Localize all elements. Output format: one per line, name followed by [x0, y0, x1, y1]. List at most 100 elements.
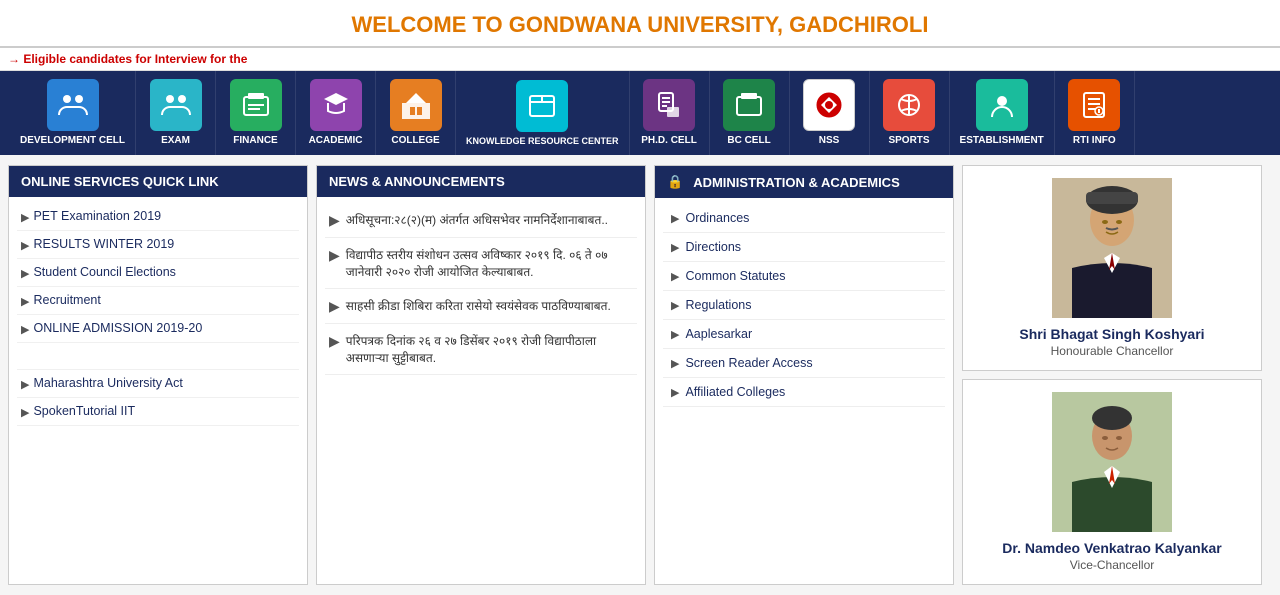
knowledge-resource-icon [516, 80, 568, 132]
quick-link-item[interactable]: ▶ONLINE ADMISSION 2019-20 [17, 315, 299, 343]
arrow-icon: ▶ [21, 211, 29, 224]
admin-arrow-icon: ▶ [671, 241, 679, 254]
nav-label-finance: FINANCE [233, 135, 277, 147]
nav-item-finance[interactable]: FINANCE [216, 71, 296, 155]
nav-label-knowledge-resource: Knowledge Resource Center [466, 136, 619, 147]
news-item: ▶ विद्यापीठ स्तरीय संशोधन उत्सव अविष्कार … [325, 238, 637, 289]
phd-cell-icon [643, 79, 695, 131]
quick-link-item[interactable] [17, 343, 299, 370]
news-item: ▶ साहसी क्रीडा शिबिरा करिता रासेयो स्वयंस… [325, 289, 637, 324]
nav-item-knowledge-resource[interactable]: Knowledge Resource Center [456, 71, 630, 155]
admin-link-item[interactable]: ▶ Regulations [663, 291, 945, 320]
admin-link-text: Aaplesarkar [685, 327, 752, 341]
admin-link-text: Ordinances [685, 211, 749, 225]
admin-link-text: Directions [685, 240, 741, 254]
nav-item-sports[interactable]: SPORTS [870, 71, 950, 155]
establishment-icon [976, 79, 1028, 131]
nav-item-bc-cell[interactable]: BC CELL [710, 71, 790, 155]
academic-icon [310, 79, 362, 131]
nav-label-phd-cell: Ph.D. Cell [641, 135, 697, 147]
admin-title: ADMINISTRATION & ACADEMICS [693, 175, 900, 190]
quick-link-text: PET Examination 2019 [33, 209, 161, 223]
nav-item-development-cell[interactable]: DEVELOPMENT CELL [10, 71, 136, 155]
quick-link-item[interactable]: ▶RESULTS WINTER 2019 [17, 231, 299, 259]
nav-label-sports: SPORTS [888, 135, 929, 147]
nav-item-phd-cell[interactable]: Ph.D. Cell [630, 71, 710, 155]
finance-icon [230, 79, 282, 131]
admin-link-text: Affiliated Colleges [685, 385, 785, 399]
quick-link-item[interactable]: ▶ Student Council Elections [17, 259, 299, 287]
admin-link-item[interactable]: ▶Affiliated Colleges [663, 378, 945, 407]
page-title: WELCOME TO GONDWANA UNIVERSITY, GADCHIRO… [0, 0, 1280, 47]
vc-name: Dr. Namdeo Venkatrao Kalyankar [1002, 540, 1221, 556]
development-cell-icon [47, 79, 99, 131]
quick-link-text [21, 349, 24, 363]
news-text: परिपत्रक दिनांक २६ व २७ डिसेंबर २०१९ रोज… [346, 332, 633, 366]
admin-header: 🔒 ADMINISTRATION & ACADEMICS [655, 166, 953, 198]
quick-link-text: RESULTS WINTER 2019 [33, 237, 174, 251]
news-text: विद्यापीठ स्तरीय संशोधन उत्सव अविष्कार २… [346, 246, 633, 280]
admin-link-item[interactable]: ▶Aaplesarkar [663, 320, 945, 349]
admin-arrow-icon: ▶ [671, 270, 679, 283]
nav-label-college: COLLEGE [391, 135, 439, 147]
nss-icon [803, 79, 855, 131]
quick-links-scroll[interactable]: ▶PET Examination 2019▶RESULTS WINTER 201… [9, 197, 307, 497]
quick-link-item[interactable]: ▶ PET Examination 2019 [17, 203, 299, 231]
news-scroll[interactable]: ▶अधिसूचना:२८(२)(म) अंतर्गत अधिसभेवर नामन… [317, 197, 645, 497]
quick-link-text: Student Council Elections [33, 265, 175, 279]
chancellor-photo [1052, 178, 1172, 318]
nav-label-bc-cell: BC CELL [727, 135, 770, 147]
quick-link-item[interactable]: ▶ Recruitment [17, 287, 299, 315]
bc-cell-icon [723, 79, 775, 131]
admin-panel: 🔒 ADMINISTRATION & ACADEMICS ▶Ordinances… [654, 165, 954, 585]
officials-panel: Shri Bhagat Singh Koshyari Honourable Ch… [962, 165, 1262, 585]
arrow-icon: ▶ [21, 406, 29, 419]
exam-icon [150, 79, 202, 131]
arrow-icon: ▶ [21, 295, 29, 308]
admin-link-text: Screen Reader Access [685, 356, 812, 370]
nav-item-nss[interactable]: NSS [790, 71, 870, 155]
news-bullet: ▶ [329, 247, 340, 264]
quick-links-panel: ONLINE SERVICES QUICK LINK ▶ PET Examinat… [8, 165, 308, 585]
arrow-icon: ▶ [21, 378, 29, 391]
news-bullet: ▶ [329, 298, 340, 315]
nav-item-rti-info[interactable]: RTI INFO [1055, 71, 1135, 155]
admin-link-text: Common Statutes [685, 269, 785, 283]
lock-icon: 🔒 [667, 174, 683, 190]
title-highlighted: GONDWANA UNIVERSITY, GADCHIROLI [509, 12, 929, 37]
title-plain: WELCOME TO [352, 12, 509, 37]
nav-label-development-cell: DEVELOPMENT CELL [20, 135, 125, 147]
admin-link-item[interactable]: ▶ Screen Reader Access [663, 349, 945, 378]
nav-label-academic: ACADEMIC [309, 135, 363, 147]
quick-link-item[interactable]: ▶ Maharashtra University Act [17, 370, 299, 398]
quick-link-text: Recruitment [33, 293, 100, 307]
admin-arrow-icon: ▶ [671, 299, 679, 312]
news-bullet: ▶ [329, 212, 340, 229]
admin-link-item[interactable]: ▶ Common Statutes [663, 262, 945, 291]
admin-link-item[interactable]: ▶Ordinances [663, 204, 945, 233]
nav-bar: DEVELOPMENT CELL EXAM FINANCE ACADEMIC C… [0, 71, 1280, 155]
admin-scroll[interactable]: ▶Ordinances▶Directions▶Common Statutes▶R… [655, 198, 953, 498]
ticker-text: Eligible candidates for Interview for th… [23, 52, 247, 66]
quick-link-text: Maharashtra University Act [33, 376, 182, 390]
admin-link-item[interactable]: ▶ Directions [663, 233, 945, 262]
arrow-icon: ▶ [21, 323, 29, 336]
news-panel: NEWS & ANNOUNCEMENTS ▶अधिसूचना:२८(२)(म) … [316, 165, 646, 585]
nav-item-exam[interactable]: EXAM [136, 71, 216, 155]
nav-item-college[interactable]: COLLEGE [376, 71, 456, 155]
news-item: ▶अधिसूचना:२८(२)(म) अंतर्गत अधिसभेवर नामन… [325, 203, 637, 238]
news-body: ▶अधिसूचना:२८(२)(म) अंतर्गत अधिसभेवर नामन… [317, 197, 645, 584]
quick-links-body: ▶PET Examination 2019▶RESULTS WINTER 201… [9, 197, 307, 584]
admin-link-text: Regulations [685, 298, 751, 312]
arrow-icon: ▶ [21, 267, 29, 280]
nav-item-establishment[interactable]: ESTABLISHMENT [950, 71, 1055, 155]
news-text: साहसी क्रीडा शिबिरा करिता रासेयो स्वयंसे… [346, 297, 611, 314]
college-icon [390, 79, 442, 131]
news-item: ▶परिपत्रक दिनांक २६ व २७ डिसेंबर २०१९ रो… [325, 324, 637, 375]
nav-item-academic[interactable]: ACADEMIC [296, 71, 376, 155]
quick-links-title: ONLINE SERVICES QUICK LINK [21, 174, 219, 189]
admin-arrow-icon: ▶ [671, 357, 679, 370]
nav-label-rti-info: RTI INFO [1073, 135, 1116, 147]
quick-link-item[interactable]: ▶SpokenTutorial IIT [17, 398, 299, 426]
chancellor-name: Shri Bhagat Singh Koshyari [1019, 326, 1204, 342]
